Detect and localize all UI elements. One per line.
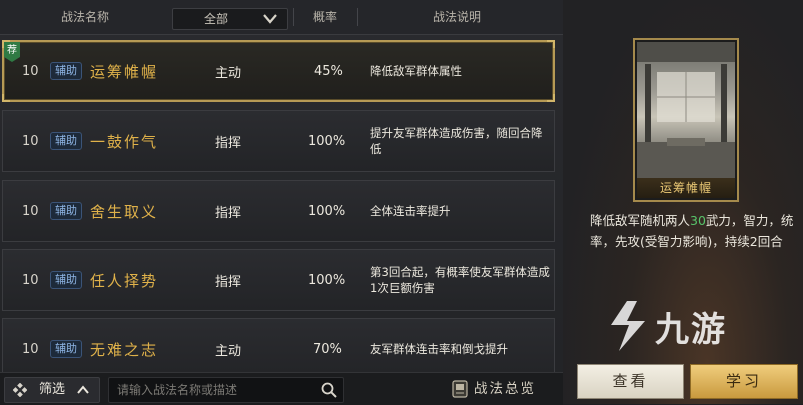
tactic-overview-button[interactable]: 战法总览 [448, 377, 556, 401]
header-desc: 战法说明 [432, 10, 481, 24]
view-button[interactable]: 查看 [577, 364, 684, 399]
tactic-row-yiguzuoqi[interactable]: 10 辅助 一鼓作气 指挥 100% 提升友军群体造成伤害，随回合降低 [2, 110, 555, 172]
tactic-rate: 100% [308, 133, 346, 149]
chevron-down-icon [263, 14, 277, 24]
jiuyou-logo-icon [611, 301, 645, 351]
tactic-name: 任人择势 [90, 271, 159, 290]
tactic-category-badge: 辅助 [50, 340, 82, 358]
tactic-rate: 100% [308, 272, 346, 288]
search-placeholder: 请输入战法名称或描述 [117, 383, 238, 397]
detail-highlight-value: 30 [690, 213, 706, 228]
jiuyou-watermark: 九游 [605, 298, 755, 354]
tactic-description: 提升友军群体造成伤害，随回合降低 [370, 126, 543, 156]
tactic-level: 10 [22, 63, 39, 79]
tactic-name: 无难之志 [90, 340, 159, 359]
filter-label: 筛选 [39, 382, 66, 397]
tactic-row-renrenzeshi[interactable]: 10 辅助 任人择势 指挥 100% 第3回合起，有概率使友军群体造成1次巨额伤… [2, 249, 555, 311]
tactic-category-badge: 辅助 [50, 132, 82, 150]
search-icon[interactable] [321, 382, 337, 398]
filter-button[interactable]: 筛选 [4, 377, 100, 403]
tactic-type: 主动 [215, 343, 242, 359]
type-filter-label: 全部 [203, 12, 228, 26]
overview-label: 战法总览 [474, 381, 536, 397]
pavilion-illustration [637, 42, 735, 178]
watermark-text: 九游 [655, 309, 727, 350]
tactic-card: 运筹帷幄 [633, 38, 739, 202]
tactic-type: 指挥 [215, 205, 242, 221]
tactic-description: 降低敌军群体属性 [370, 64, 462, 78]
tactic-search-input[interactable]: 请输入战法名称或描述 [108, 377, 344, 403]
tactic-category-badge: 辅助 [50, 202, 82, 220]
bottom-toolbar: 筛选 请输入战法名称或描述 战法总览 [0, 372, 563, 405]
detail-text-before: 降低敌军随机两人 [590, 213, 691, 228]
tactic-card-title: 运筹帷幄 [637, 178, 735, 198]
tactic-category-badge: 辅助 [50, 62, 82, 80]
tactics-list-panel: 战法名称 全部 概率 战法说明 荐 10 辅助 运筹帷幄 主动 45% 降低敌军… [0, 0, 563, 405]
tactic-name: 运筹帷幄 [90, 62, 159, 81]
type-filter-dropdown[interactable]: 全部 [172, 8, 288, 30]
tactic-card-illustration [637, 42, 735, 178]
tactic-name: 一鼓作气 [90, 132, 159, 151]
tactic-type: 指挥 [215, 274, 242, 290]
table-header: 战法名称 全部 概率 战法说明 [0, 0, 563, 35]
tactic-level: 10 [22, 203, 39, 219]
header-rate: 概率 [312, 10, 337, 24]
tactic-description: 全体连击率提升 [370, 204, 451, 218]
diamond-grid-icon [13, 383, 27, 397]
learn-button[interactable]: 学习 [690, 364, 798, 399]
header-name: 战法名称 [60, 10, 109, 24]
tactic-rate: 45% [314, 63, 343, 79]
tactic-description: 第3回合起，有概率使友军群体造成1次巨额伤害 [370, 265, 550, 295]
tactic-type: 指挥 [215, 135, 242, 151]
tactic-rate: 100% [308, 203, 346, 219]
tactic-level: 10 [22, 272, 39, 288]
tactic-row-wunanzhizhi[interactable]: 10 辅助 无难之志 主动 70% 友军群体连击率和倒戈提升 [2, 318, 555, 380]
chevron-up-icon [77, 385, 89, 394]
tactic-level: 10 [22, 341, 39, 357]
book-icon [452, 380, 468, 398]
tactic-name: 舍生取义 [90, 202, 159, 221]
tactic-row-sheshengquyi[interactable]: 10 辅助 舍生取义 指挥 100% 全体连击率提升 [2, 180, 555, 242]
tactic-detail-description: 降低敌军随机两人30武力，智力，统率，先攻(受智力影响)，持续2回合 [590, 210, 795, 252]
tactic-rate: 70% [313, 341, 342, 357]
tactic-level: 10 [22, 133, 39, 149]
tactic-category-badge: 辅助 [50, 271, 82, 289]
tactic-type: 主动 [215, 65, 242, 81]
tactic-description: 友军群体连击率和倒戈提升 [370, 342, 508, 356]
corner-ornament [2, 40, 10, 48]
tactic-row-yunchouweiwo[interactable]: 荐 10 辅助 运筹帷幄 主动 45% 降低敌军群体属性 [2, 40, 555, 102]
corner-ornament [2, 94, 10, 102]
